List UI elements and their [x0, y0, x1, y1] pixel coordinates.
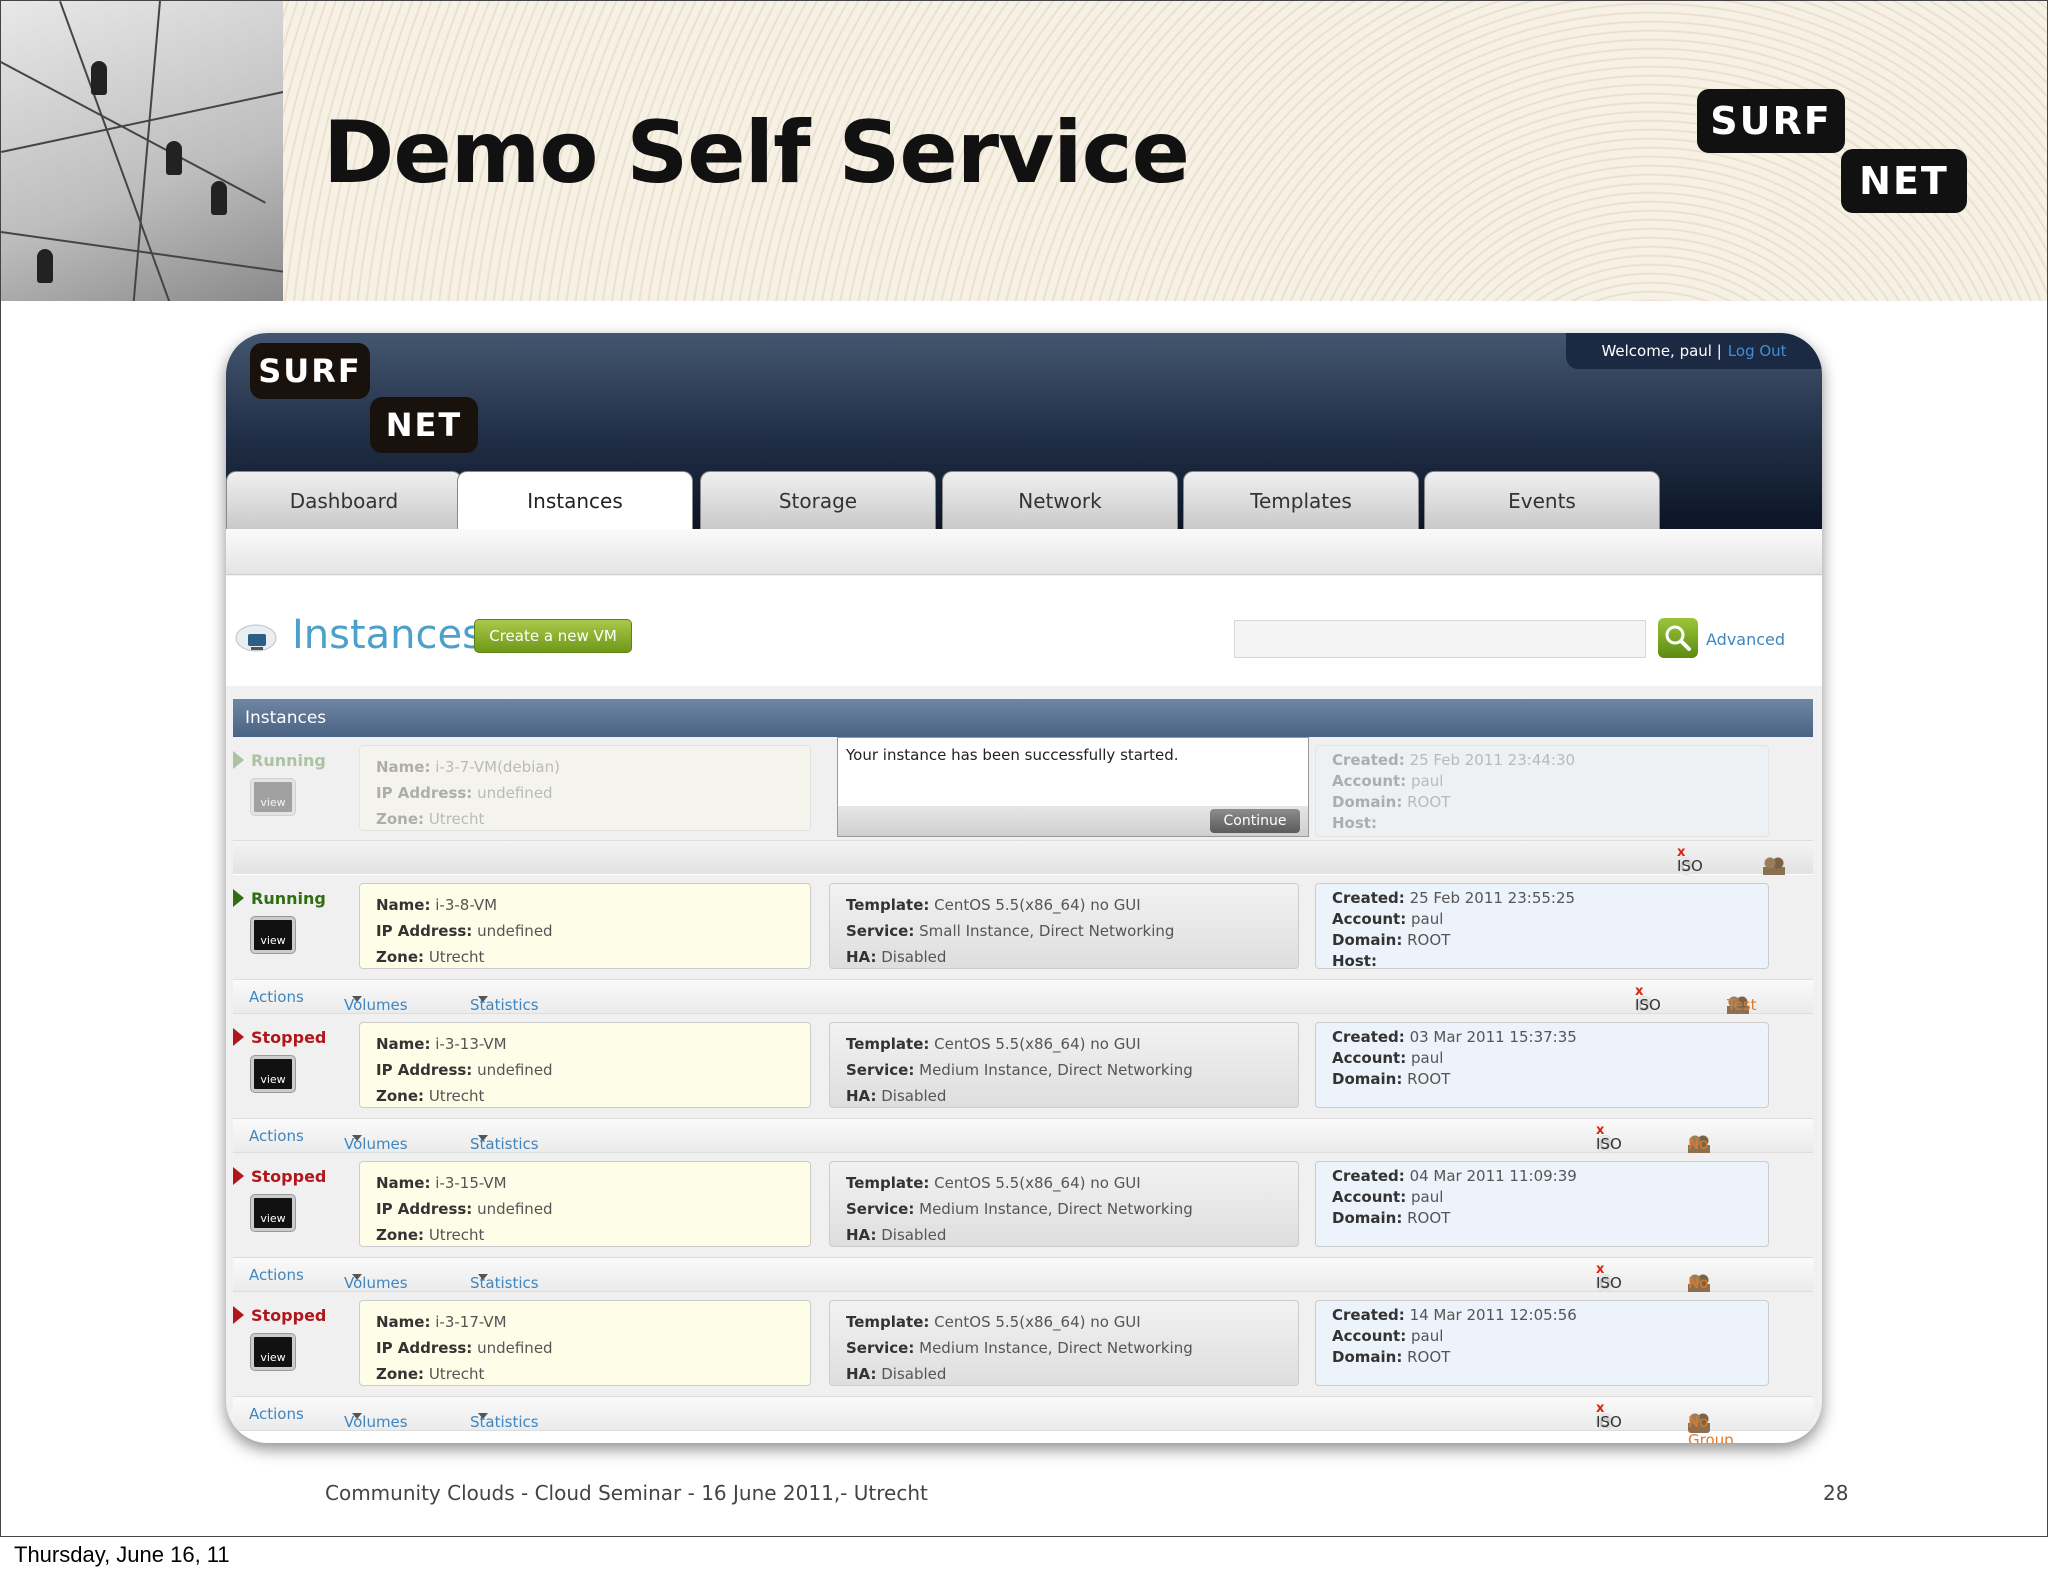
- chevron-down-icon: [352, 1274, 362, 1280]
- slide-banner: Demo Self Service SURF NET: [1, 1, 2047, 301]
- view-button[interactable]: view: [251, 1195, 295, 1231]
- search-input[interactable]: [1234, 620, 1646, 658]
- chevron-down-icon: [478, 1413, 488, 1419]
- table-row: Stopped view Name: i-3-13-VM IP Address:…: [233, 1014, 1813, 1171]
- chevron-down-icon: [352, 1135, 362, 1141]
- actions-menu[interactable]: Actions: [249, 1127, 304, 1145]
- app-header: SURF NET Welcome, paul | Log Out Dashboa…: [226, 333, 1822, 529]
- success-dialog: Your instance has been successfully star…: [837, 737, 1309, 837]
- banner-photo: [1, 1, 283, 301]
- row-actions-bar: Actions Volumes Statistics xISO No Group: [233, 1118, 1813, 1171]
- status-label: Stopped: [233, 1167, 326, 1186]
- instances-toolbar: Instances Create a new VM Advanced: [226, 576, 1822, 686]
- instance-info-panel: Name: i-3-15-VM IP Address: undefined Zo…: [359, 1161, 811, 1247]
- continue-button[interactable]: Continue: [1210, 809, 1300, 833]
- instance-meta-panel: Created: 25 Feb 2011 23:55:25 Account: p…: [1315, 883, 1769, 970]
- table-row: Running view Name: i-3-8-VM IP Address: …: [233, 875, 1813, 1016]
- instance-meta-panel: Created: 25 Feb 2011 23:44:30 Account: p…: [1315, 745, 1769, 837]
- slide-footer: Community Clouds - Cloud Seminar - 16 Ju…: [325, 1481, 928, 1505]
- welcome-text: Welcome, paul |: [1601, 342, 1722, 360]
- users-icon: [1763, 857, 1785, 877]
- app-logo-bottom: NET: [370, 397, 478, 453]
- actions-menu[interactable]: Actions: [249, 1266, 304, 1284]
- tab-storage[interactable]: Storage: [700, 471, 936, 529]
- status-label: Stopped: [233, 1306, 326, 1325]
- advanced-search-link[interactable]: Advanced: [1706, 630, 1785, 649]
- chevron-down-icon: [478, 996, 488, 1002]
- app-screenshot: SURF NET Welcome, paul | Log Out Dashboa…: [226, 333, 1822, 1443]
- table-row: Stopped view Name: i-3-15-VM IP Address:…: [233, 1153, 1813, 1310]
- table-row: Stopped view Name: i-3-17-VM IP Address:…: [233, 1292, 1813, 1443]
- slide: Demo Self Service SURF NET SURF NET Welc…: [0, 0, 2048, 1537]
- search-button[interactable]: [1658, 618, 1698, 658]
- instance-info-panel: Name: i-3-13-VM IP Address: undefined Zo…: [359, 1022, 811, 1108]
- dialog-footer: Continue: [838, 806, 1308, 836]
- dialog-message: Your instance has been successfully star…: [846, 746, 1179, 764]
- instance-meta-panel: Created: 04 Mar 2011 11:09:39 Account: p…: [1315, 1161, 1769, 1247]
- surfnet-logo-top: SURF: [1697, 89, 1845, 153]
- instance-info-panel: Name: i-3-17-VM IP Address: undefined Zo…: [359, 1300, 811, 1386]
- tab-instances[interactable]: Instances: [457, 471, 693, 529]
- instance-template-panel: Template: CentOS 5.5(x86_64) no GUI Serv…: [829, 1022, 1299, 1108]
- chevron-down-icon: [478, 1274, 488, 1280]
- instance-template-panel: Template: CentOS 5.5(x86_64) no GUI Serv…: [829, 1300, 1299, 1386]
- page-number: 28: [1823, 1481, 1849, 1505]
- view-button[interactable]: view: [251, 779, 295, 815]
- create-vm-button[interactable]: Create a new VM: [474, 619, 632, 653]
- sub-nav-strip: [226, 529, 1822, 575]
- chevron-down-icon: [352, 996, 362, 1002]
- app-logo-top: SURF: [250, 343, 370, 399]
- view-button[interactable]: view: [251, 917, 295, 953]
- row-actions-bar: Actions Volumes Statistics xISO No Group: [233, 1396, 1813, 1443]
- row-actions-bar: x ISO: [233, 840, 1813, 877]
- actions-menu[interactable]: Actions: [249, 1405, 304, 1423]
- instance-meta-panel: Created: 14 Mar 2011 12:05:56 Account: p…: [1315, 1300, 1769, 1386]
- row-actions-bar: Actions Volumes Statistics x ISO Test: [233, 979, 1813, 1016]
- instances-table: Instances Running view Name: i-3-7-VM(de…: [233, 699, 1813, 1443]
- tab-templates[interactable]: Templates: [1183, 471, 1419, 529]
- view-button[interactable]: view: [251, 1056, 295, 1092]
- date-label: Thursday, June 16, 11: [14, 1542, 230, 1567]
- tab-events[interactable]: Events: [1424, 471, 1660, 529]
- tab-network[interactable]: Network: [942, 471, 1178, 529]
- instance-info-panel: Name: i-3-7-VM(debian) IP Address: undef…: [359, 745, 811, 831]
- actions-menu[interactable]: Actions: [249, 988, 304, 1006]
- cloud-instance-icon: [235, 624, 277, 652]
- tab-dashboard[interactable]: Dashboard: [226, 471, 462, 529]
- status-label: Running: [233, 889, 326, 908]
- instance-info-panel: Name: i-3-8-VM IP Address: undefined Zon…: [359, 883, 811, 969]
- logout-link[interactable]: Log Out: [1728, 342, 1787, 360]
- page-heading: Instances: [292, 612, 483, 658]
- slide-title: Demo Self Service: [323, 103, 1190, 203]
- status-label: Stopped: [233, 1028, 326, 1047]
- status-label: Running: [233, 751, 326, 770]
- view-button[interactable]: view: [251, 1334, 295, 1370]
- table-header: Instances: [233, 699, 1813, 737]
- surfnet-logo-bottom: NET: [1841, 149, 1967, 213]
- instance-template-panel: Template: CentOS 5.5(x86_64) no GUI Serv…: [829, 883, 1299, 969]
- chevron-down-icon: [478, 1135, 488, 1141]
- search-icon: [1665, 625, 1691, 651]
- welcome-bar: Welcome, paul | Log Out: [1566, 333, 1822, 369]
- instance-template-panel: Template: CentOS 5.5(x86_64) no GUI Serv…: [829, 1161, 1299, 1247]
- row-actions-bar: Actions Volumes Statistics xISO No Group: [233, 1257, 1813, 1310]
- chevron-down-icon: [352, 1413, 362, 1419]
- instance-meta-panel: Created: 03 Mar 2011 15:37:35 Account: p…: [1315, 1022, 1769, 1108]
